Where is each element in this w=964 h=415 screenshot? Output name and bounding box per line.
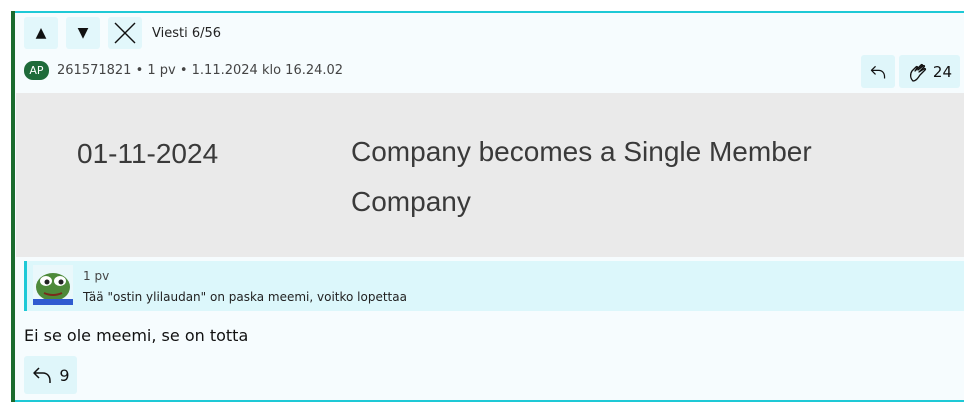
message-counter: Viesti 6/56 bbox=[152, 25, 222, 41]
previous-message-button[interactable]: ▲ bbox=[24, 17, 58, 49]
image-event-text: Company becomes a Single Member Company bbox=[351, 136, 812, 217]
message-nav: ▲ ▼ Viesti 6/56 bbox=[24, 17, 221, 49]
quote-author-avatar bbox=[33, 265, 73, 305]
down-arrow-icon: ▼ bbox=[77, 25, 89, 41]
author-badge[interactable]: AP bbox=[24, 61, 49, 80]
reply-arrow-icon bbox=[870, 65, 886, 79]
upvote-button[interactable]: 24 bbox=[898, 55, 960, 88]
quoted-message[interactable]: 1 pv Tää "ostin ylilaudan" on paska meem… bbox=[24, 261, 964, 311]
post-meta: AP 261571821 • 1 pv • 1.11.2024 klo 16.2… bbox=[24, 61, 343, 80]
post-image[interactable]: 01-11-2024 Company becomes a Single Memb… bbox=[16, 93, 964, 257]
close-button[interactable] bbox=[108, 17, 142, 49]
image-date-text: 01-11-2024 bbox=[77, 138, 219, 169]
post-actions: 24 bbox=[860, 55, 960, 88]
reply-count: 9 bbox=[59, 365, 70, 385]
card-accent-bar bbox=[11, 11, 15, 402]
post-body: Ei se ole meemi, se on totta bbox=[24, 326, 249, 345]
close-icon bbox=[114, 22, 136, 44]
reply-arrow-icon bbox=[33, 367, 52, 383]
upvote-count: 24 bbox=[932, 62, 952, 81]
quote-text: Tää "ostin ylilaudan" on paska meemi, vo… bbox=[83, 290, 407, 304]
up-arrow-icon: ▲ bbox=[35, 25, 47, 41]
quote-time: 1 pv bbox=[83, 269, 110, 283]
reply-button[interactable] bbox=[860, 55, 895, 88]
next-message-button[interactable]: ▼ bbox=[66, 17, 100, 49]
post-meta-text: 261571821 • 1 pv • 1.11.2024 klo 16.24.0… bbox=[57, 63, 344, 78]
upvote-hand-icon bbox=[909, 63, 926, 82]
replies-button[interactable]: 9 bbox=[24, 356, 77, 394]
